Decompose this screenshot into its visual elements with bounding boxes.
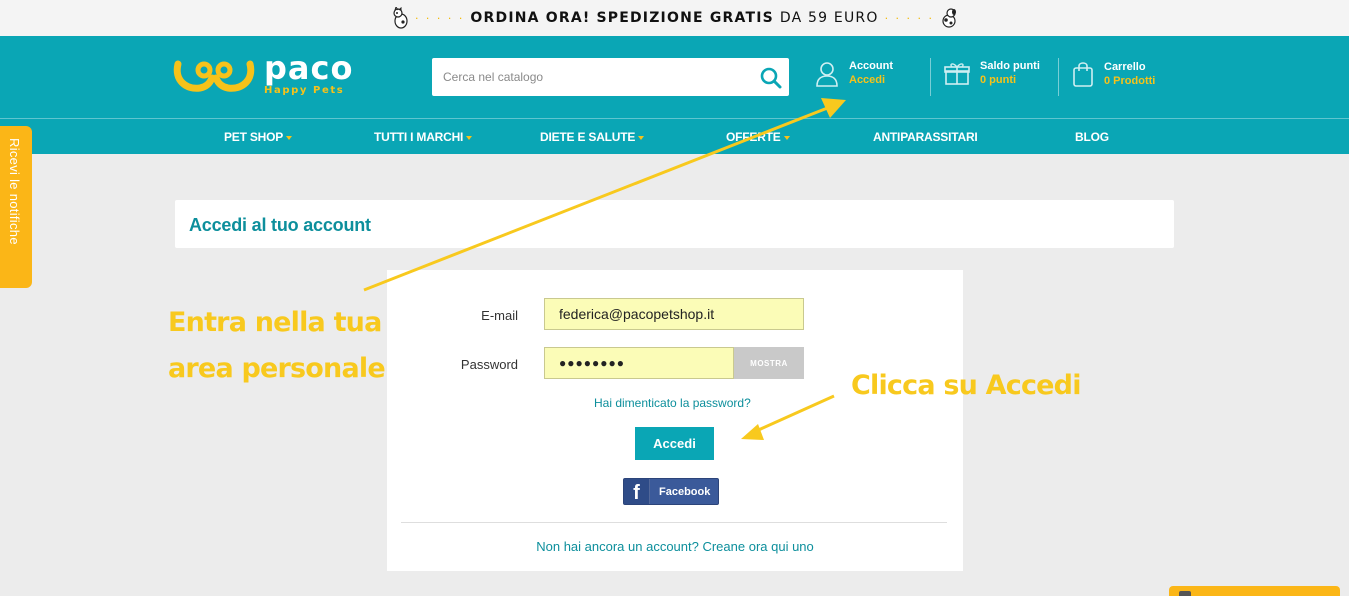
notifications-tab[interactable]: Ricevi le notifiche xyxy=(0,126,32,288)
login-form: E-mail Password ●●●●●●●● MOSTRA Hai dime… xyxy=(387,270,963,571)
search-bar xyxy=(432,58,789,96)
nav-item-antiparassitari[interactable]: ANTIPARASSITARI xyxy=(873,130,978,144)
promo-bar: · · · · · ORDINA ORA! SPEDIZIONE GRATIS … xyxy=(0,0,1349,36)
page-title: Accedi al tuo account xyxy=(189,215,371,235)
nav-item-offerte[interactable]: OFFERTE xyxy=(726,130,790,144)
points-link[interactable]: Saldo punti 0 punti xyxy=(944,60,1040,87)
facebook-label: Facebook xyxy=(659,485,711,498)
facebook-icon: f xyxy=(624,479,650,504)
password-label: Password xyxy=(460,357,518,372)
nav-item-diete-e-salute[interactable]: DIETE E SALUTE xyxy=(540,130,645,144)
caret-down-icon xyxy=(783,136,790,140)
email-field[interactable] xyxy=(544,298,804,330)
search-input[interactable] xyxy=(432,59,742,95)
promo-rest: DA 59 EURO xyxy=(779,10,879,26)
nav-item-label: PET SHOP xyxy=(224,130,284,144)
email-label: E-mail xyxy=(481,308,518,323)
promo-dots-right: · · · · · xyxy=(884,11,935,25)
header-divider xyxy=(930,58,931,96)
forgot-password-link[interactable]: Hai dimenticato la password? xyxy=(594,396,751,410)
shopping-bag-icon xyxy=(1073,62,1093,87)
brand-name: paco xyxy=(264,48,354,87)
cart-value: 0 Prodotti xyxy=(1104,74,1156,87)
promo-dots-left: · · · · · xyxy=(414,11,465,25)
caret-down-icon xyxy=(466,136,473,140)
paco-logo-icon xyxy=(173,60,255,92)
password-field[interactable]: ●●●●●●●● xyxy=(544,347,734,379)
nav-item-blog[interactable]: BLOG xyxy=(1075,130,1109,144)
cart-label: Carrello xyxy=(1104,60,1146,73)
nav-item-label: OFFERTE xyxy=(726,130,781,144)
header-divider xyxy=(1058,58,1059,96)
chat-widget[interactable] xyxy=(1169,586,1340,596)
site-header: paco Happy Pets Account Accedi Saldo pun… xyxy=(0,36,1349,154)
user-icon xyxy=(816,61,838,87)
facebook-login-button[interactable]: f Facebook xyxy=(623,478,719,505)
brand-logo[interactable]: paco Happy Pets xyxy=(172,50,353,98)
cat-icon xyxy=(393,7,408,29)
main-nav: PET SHOP TUTTI I MARCHI DIETE E SALUTE O… xyxy=(0,118,1349,154)
promo-lead: ORDINA ORA! xyxy=(470,10,591,26)
divider xyxy=(401,522,947,523)
notifications-tab-label: Ricevi le notifiche xyxy=(7,138,22,245)
annotation-right: Clicca su Accedi xyxy=(851,370,1081,401)
nav-item-label: TUTTI I MARCHI xyxy=(374,130,464,144)
gift-icon xyxy=(944,62,970,85)
annotation-left-line2: area personale xyxy=(168,353,386,384)
points-label: Saldo punti xyxy=(980,60,1040,72)
nav-item-tutti-i-marchi[interactable]: TUTTI I MARCHI xyxy=(374,130,473,144)
cart-link[interactable]: Carrello 0 Prodotti xyxy=(1072,60,1155,88)
caret-down-icon xyxy=(286,136,293,140)
caret-down-icon xyxy=(638,136,645,140)
page-title-card: Accedi al tuo account xyxy=(175,200,1174,248)
account-login-link[interactable]: Accedi xyxy=(849,73,893,87)
chat-icon xyxy=(1179,591,1191,596)
show-password-button[interactable]: MOSTRA xyxy=(734,347,804,379)
account-link[interactable]: Account Accedi xyxy=(815,60,893,87)
dog-icon xyxy=(942,8,957,28)
account-label: Account xyxy=(849,60,893,72)
points-value: 0 punti xyxy=(980,74,1017,86)
login-submit-button[interactable]: Accedi xyxy=(635,427,714,460)
nav-item-pet-shop[interactable]: PET SHOP xyxy=(224,130,293,144)
nav-item-label: BLOG xyxy=(1075,130,1109,144)
brand-tagline: Happy Pets xyxy=(264,84,345,96)
nav-item-label: DIETE E SALUTE xyxy=(540,130,636,144)
nav-item-label: ANTIPARASSITARI xyxy=(873,130,978,144)
promo-strong: SPEDIZIONE GRATIS xyxy=(596,10,774,26)
search-icon[interactable] xyxy=(759,66,783,90)
annotation-left: Entra nella tua area personale xyxy=(168,300,386,392)
annotation-left-line1: Entra nella tua xyxy=(168,307,382,338)
register-link[interactable]: Non hai ancora un account? Creane ora qu… xyxy=(387,539,963,554)
